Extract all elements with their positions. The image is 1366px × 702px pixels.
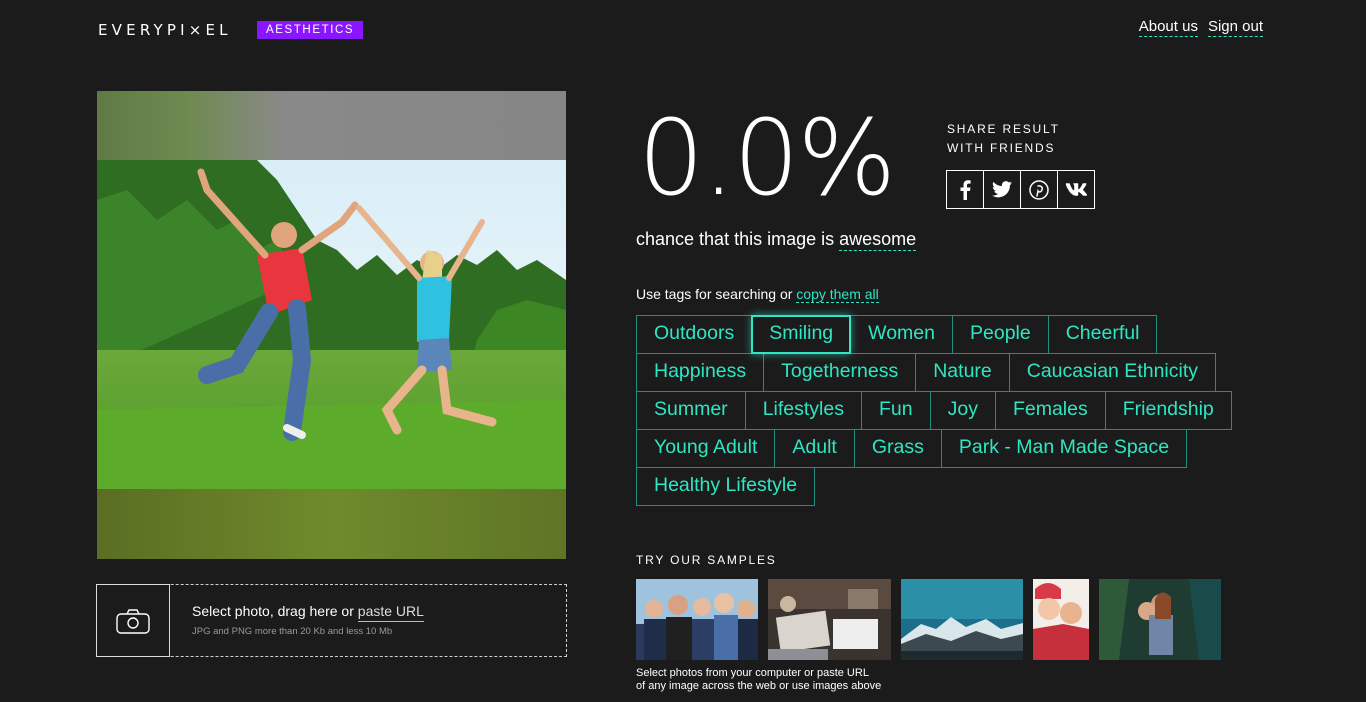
sign-out-link[interactable]: Sign out bbox=[1207, 18, 1263, 37]
vk-icon bbox=[1065, 183, 1087, 196]
tag-women[interactable]: Women bbox=[850, 315, 953, 354]
camera-upload-button[interactable] bbox=[96, 584, 170, 657]
upload-main-text: Select photo, drag here or paste URL bbox=[192, 603, 424, 622]
tag-healthy-lifestyle[interactable]: Healthy Lifestyle bbox=[636, 467, 816, 506]
tag-fun[interactable]: Fun bbox=[860, 391, 931, 430]
awesome-link[interactable]: awesome bbox=[839, 229, 917, 251]
tag-young-adult[interactable]: Young Adult bbox=[636, 429, 776, 468]
tag-row: Healthy Lifestyle bbox=[636, 467, 1236, 506]
share-twitter-button[interactable] bbox=[983, 170, 1021, 209]
upload-prompt: Select photo, drag here or bbox=[192, 603, 358, 619]
tag-joy[interactable]: Joy bbox=[929, 391, 996, 430]
tag-nature[interactable]: Nature bbox=[915, 353, 1010, 392]
tag-happiness[interactable]: Happiness bbox=[636, 353, 765, 392]
everypixel-logo[interactable]: EVERYPI×EL bbox=[98, 21, 232, 39]
tag-park-man-made-space[interactable]: Park - Man Made Space bbox=[940, 429, 1188, 468]
upload-dropzone[interactable]: Select photo, drag here or paste URL JPG… bbox=[96, 584, 567, 657]
aesthetics-badge: AESTHETICS bbox=[257, 21, 364, 39]
share-pinterest-button[interactable] bbox=[1020, 170, 1058, 209]
sample-office-desk[interactable] bbox=[768, 579, 891, 660]
pinterest-icon bbox=[1029, 179, 1049, 200]
tag-row: Summer Lifestyles Fun Joy Females Friendship bbox=[636, 391, 1236, 430]
tag-smiling[interactable]: Smiling bbox=[751, 315, 852, 354]
sample-mountains[interactable] bbox=[901, 579, 1023, 660]
uploaded-image-preview bbox=[97, 91, 566, 559]
about-us-link[interactable]: About us bbox=[1138, 18, 1198, 37]
sample-business-team[interactable] bbox=[636, 579, 758, 660]
tag-grass[interactable]: Grass bbox=[853, 429, 942, 468]
samples-note: Select photos from your computer or past… bbox=[636, 667, 881, 693]
samples-note-line1: Select photos from your computer or past… bbox=[636, 667, 869, 679]
main-photo bbox=[97, 160, 566, 489]
upload-requirements: JPG and PNG more than 20 Kb and less 10 … bbox=[192, 626, 393, 637]
tag-people[interactable]: People bbox=[952, 315, 1049, 354]
blurred-image-background bbox=[97, 489, 566, 559]
share-facebook-button[interactable] bbox=[946, 170, 984, 209]
tag-cheerful[interactable]: Cheerful bbox=[1047, 315, 1158, 354]
copy-all-tags-link[interactable]: copy them all bbox=[796, 286, 879, 303]
twitter-icon bbox=[992, 181, 1012, 198]
tag-adult[interactable]: Adult bbox=[774, 429, 855, 468]
tag-friendship[interactable]: Friendship bbox=[1104, 391, 1232, 430]
tags-intro-text: Use tags for searching or bbox=[636, 286, 797, 302]
upload-instructions: Select photo, drag here or paste URL JPG… bbox=[170, 585, 424, 656]
samples-note-line2: of any image across the web or use image… bbox=[636, 680, 882, 692]
tag-row: Young Adult Adult Grass Park - Man Made Spa… bbox=[636, 429, 1236, 468]
tags-intro: Use tags for searching or copy them all bbox=[636, 286, 879, 303]
tag-summer[interactable]: Summer bbox=[636, 391, 746, 430]
tag-outdoors[interactable]: Outdoors bbox=[636, 315, 753, 354]
facebook-icon bbox=[960, 179, 971, 200]
paste-url-link[interactable]: paste URL bbox=[357, 603, 424, 622]
tag-females[interactable]: Females bbox=[994, 391, 1106, 430]
share-buttons bbox=[946, 170, 1095, 209]
sample-couple-forest[interactable] bbox=[1099, 579, 1221, 660]
tag-row: Happiness Togetherness Nature Caucasian Eth… bbox=[636, 353, 1236, 392]
score-caption: chance that this image is awesome bbox=[636, 229, 917, 251]
sample-images bbox=[636, 579, 1231, 660]
camera-icon bbox=[116, 608, 150, 634]
tag-caucasian-ethnicity[interactable]: Caucasian Ethnicity bbox=[1008, 353, 1217, 392]
sample-couple-winter[interactable] bbox=[1033, 579, 1089, 660]
share-vk-button[interactable] bbox=[1057, 170, 1095, 209]
top-nav: About us Sign out bbox=[1138, 18, 1263, 37]
share-title-line2: WITH FRIENDS bbox=[947, 141, 1056, 155]
tag-togetherness[interactable]: Togetherness bbox=[763, 353, 917, 392]
tag-row: Outdoors Smiling Women People Cheerful bbox=[636, 315, 1236, 354]
aesthetic-score: 0.0% bbox=[638, 97, 896, 219]
share-title-line1: SHARE RESULT bbox=[947, 122, 1060, 136]
tag-cloud: Outdoors Smiling Women People Cheerful Happin… bbox=[636, 315, 1236, 506]
share-title: SHARE RESULT WITH FRIENDS bbox=[947, 120, 1060, 158]
blurred-image-background bbox=[97, 91, 566, 160]
samples-title: TRY OUR SAMPLES bbox=[636, 553, 777, 567]
score-caption-text: chance that this image is bbox=[636, 229, 840, 249]
tag-lifestyles[interactable]: Lifestyles bbox=[744, 391, 862, 430]
